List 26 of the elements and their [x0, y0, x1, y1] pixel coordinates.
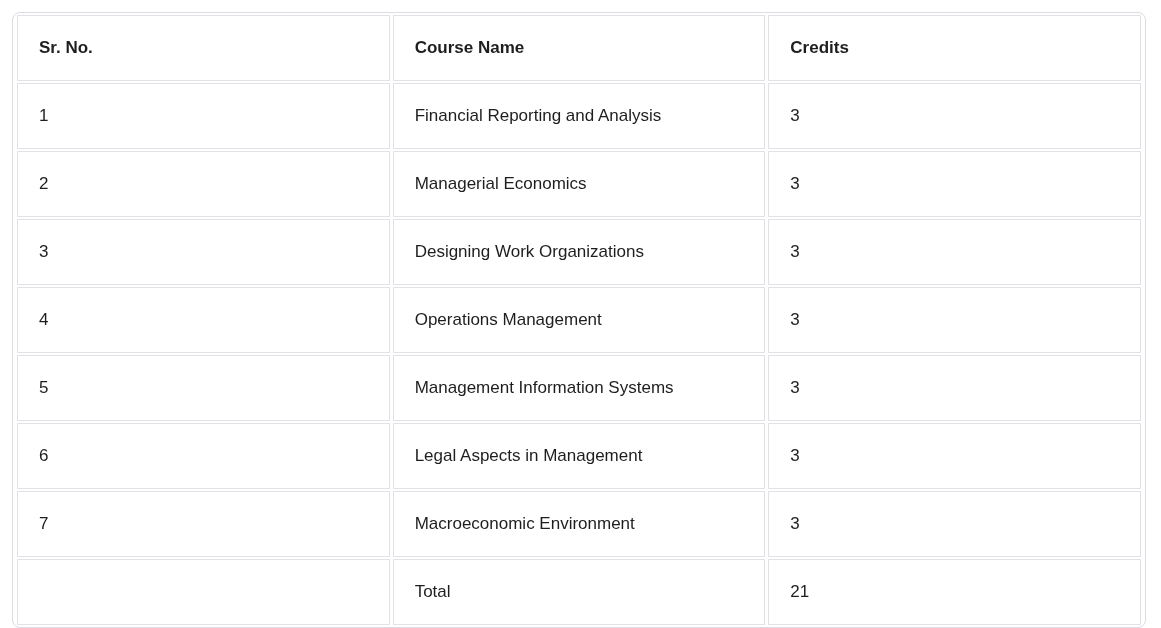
table-cell: 3 — [768, 423, 1141, 489]
table-cell: Designing Work Organizations — [392, 219, 766, 285]
table-cell: Macroeconomic Environment — [392, 491, 766, 557]
table-cell: 1 — [17, 83, 390, 149]
table-cell: Financial Reporting and Analysis — [392, 83, 766, 149]
table-cell: Managerial Economics — [392, 151, 766, 217]
table-cell: 6 — [17, 423, 390, 489]
table-cell: 7 — [17, 491, 390, 557]
table-cell: 3 — [768, 355, 1141, 421]
table-cell: Management Information Systems — [392, 355, 766, 421]
table-cell: 21 — [768, 559, 1141, 625]
table-cell: 3 — [768, 491, 1141, 557]
table-cell: 3 — [768, 151, 1141, 217]
column-header: Credits — [768, 15, 1141, 81]
table-cell: Total — [392, 559, 766, 625]
table-cell: 4 — [17, 287, 390, 353]
table-cell: 2 — [17, 151, 390, 217]
column-header: Sr. No. — [17, 15, 390, 81]
table-cell: Legal Aspects in Management — [392, 423, 766, 489]
table-cell: 3 — [17, 219, 390, 285]
table-cell: 3 — [768, 83, 1141, 149]
column-header: Course Name — [392, 15, 766, 81]
table-cell: Operations Management — [392, 287, 766, 353]
table-cell: 5 — [17, 355, 390, 421]
table-cell: 3 — [768, 287, 1141, 353]
table-cell: 3 — [768, 219, 1141, 285]
